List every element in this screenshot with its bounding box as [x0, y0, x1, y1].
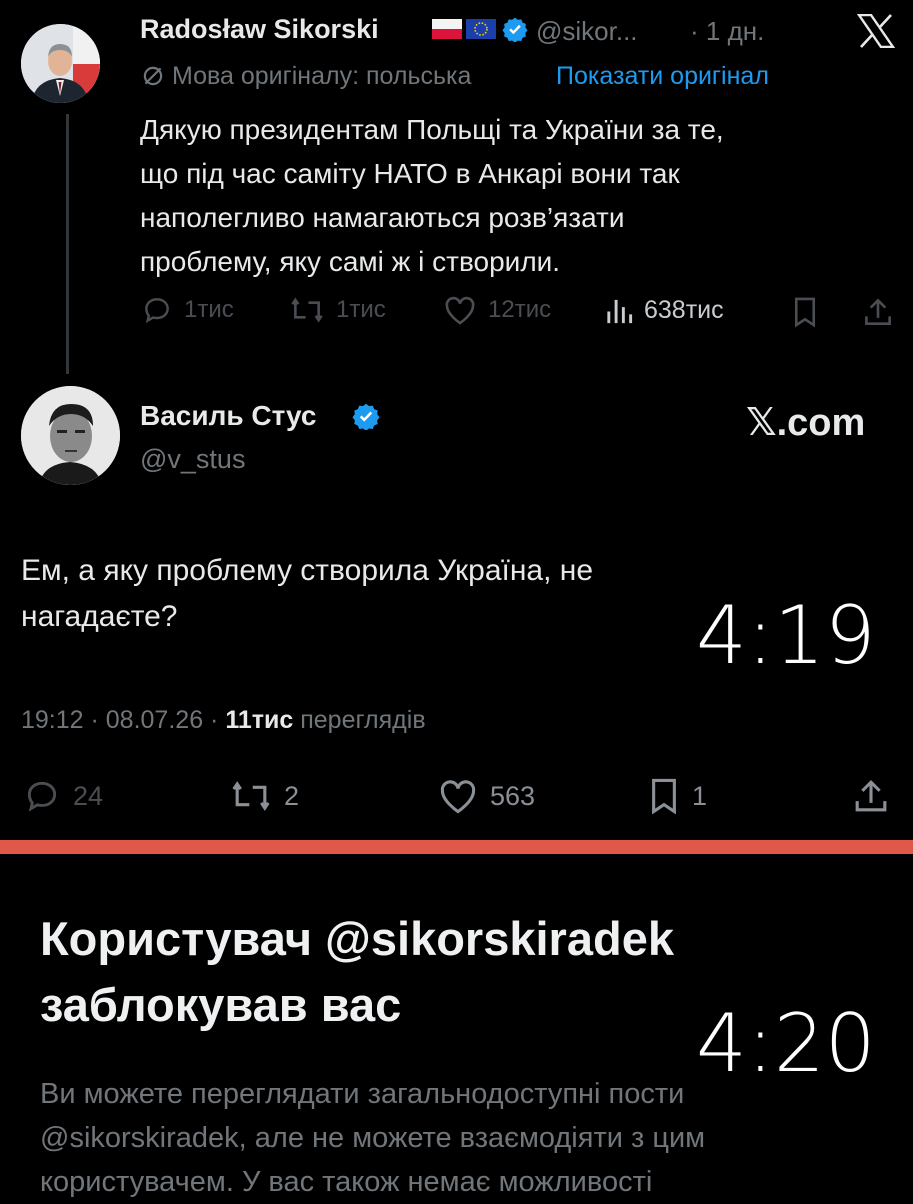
reply-action[interactable]: 24 — [21, 777, 103, 815]
views-count: 11тис — [225, 706, 294, 734]
thread-line — [66, 114, 69, 374]
avatar-sikorski[interactable] — [21, 24, 100, 103]
share-icon[interactable] — [852, 777, 890, 815]
author-handle[interactable]: @v_stus — [140, 444, 245, 475]
quoted-tweet-text: Дякую президентам Польщі та України за т… — [140, 108, 724, 284]
bookmark-icon — [652, 778, 676, 815]
bookmark-action[interactable]: 1 — [646, 777, 707, 815]
blocked-body-line: користувачем. У вас також немає можливос… — [40, 1166, 653, 1198]
text-line: Ем, а яку проблему створила Україна, не — [21, 554, 594, 587]
show-original-link[interactable]: Показати оригінал — [556, 62, 769, 91]
tweet-meta: 19:12 · 08.07.26 · 11тис переглядів — [21, 706, 426, 735]
bookmark-icon[interactable] — [790, 296, 820, 328]
author-name[interactable]: Василь Стус — [140, 400, 316, 432]
blocked-title: Користувач @sikorskiradek заблокував вас — [40, 906, 674, 1038]
repost-icon — [232, 781, 270, 811]
blocked-body-line: Ви можете переглядати загальнодоступні п… — [40, 1078, 685, 1110]
verified-icon — [502, 17, 528, 42]
overlay-time-2: 4:20 — [696, 997, 876, 1090]
reply-count: 24 — [73, 780, 104, 811]
bookmark-count: 1 — [692, 780, 708, 811]
reply-icon — [27, 781, 57, 812]
main-tweet-text: Ем, а яку проблему створила Україна, не … — [21, 548, 593, 640]
tweet-age: · 1 дн. — [690, 16, 765, 46]
repost-count: 2 — [284, 780, 300, 811]
section-divider — [0, 840, 913, 854]
poland-flag-icon — [432, 19, 462, 39]
repost-action[interactable]: 1тис — [288, 294, 386, 326]
like-icon — [440, 780, 476, 814]
blocked-body: Ви можете переглядати загальнодоступні п… — [40, 1072, 705, 1204]
text-line: проблему, яку самі ж і створили. — [140, 246, 561, 277]
reply-action[interactable]: 1тис — [140, 294, 234, 326]
globe-slash-icon — [143, 66, 163, 86]
text-line: що під час саміту НАТО в Анкарі вони так — [140, 158, 680, 189]
x-logo-icon[interactable] — [857, 14, 895, 48]
text-line: нагадаєте? — [21, 600, 178, 633]
text-line: наполегливо намагаються розв’язати — [140, 202, 625, 233]
like-icon — [445, 296, 475, 325]
reply-icon — [145, 298, 169, 324]
verified-icon — [352, 403, 380, 430]
xcom-watermark: 𝕏.com — [746, 402, 866, 444]
blocked-body-line: @sikorskiradek, але не можете взаємодіят… — [40, 1122, 706, 1154]
views-count: 638тис — [644, 295, 724, 324]
like-action[interactable]: 12тис — [442, 294, 551, 326]
eu-flag-icon — [466, 19, 496, 39]
author-name[interactable]: Radosław Sikorski — [140, 14, 379, 45]
repost-action[interactable]: 2 — [228, 777, 299, 815]
views-icon — [607, 299, 633, 324]
like-count: 563 — [490, 780, 536, 811]
repost-icon — [291, 297, 323, 323]
blocked-title-line: Користувач @sikorskiradek — [40, 912, 674, 965]
like-action[interactable]: 563 — [436, 777, 535, 815]
tweet-timestamp[interactable]: 19:12 · 08.07.26 · — [21, 706, 218, 734]
like-count: 12тис — [488, 296, 552, 323]
overlay-time-1: 4:19 — [696, 589, 876, 682]
views-action[interactable]: 638тис — [604, 294, 724, 326]
author-handle[interactable]: @sikor... — [536, 16, 638, 47]
reply-count: 1тис — [184, 296, 234, 323]
share-icon[interactable] — [862, 296, 894, 328]
avatar-stus[interactable] — [21, 386, 120, 485]
views-label: переглядів — [300, 706, 426, 734]
blocked-title-line: заблокував вас — [40, 978, 402, 1031]
translation-note: Мова оригіналу: польська — [172, 62, 472, 90]
repost-count: 1тис — [336, 296, 386, 323]
text-line: Дякую президентам Польщі та України за т… — [140, 114, 724, 145]
